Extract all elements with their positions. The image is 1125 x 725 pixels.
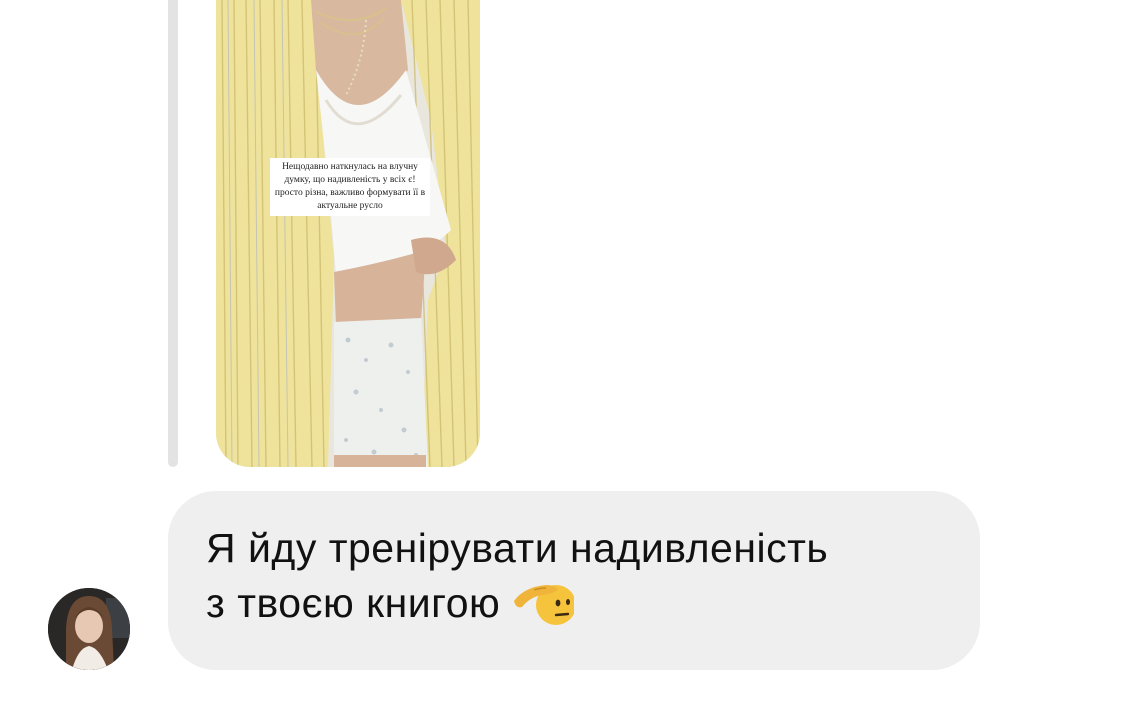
reply-indicator-bar xyxy=(168,0,178,467)
message-text-line-1: Я йду тренірувати надивленість xyxy=(206,525,829,571)
message-text-line-2: з твоєю книгою xyxy=(206,576,946,631)
story-photo xyxy=(216,0,480,467)
user-avatar-icon xyxy=(48,588,130,670)
message-bubble[interactable]: Я йду тренірувати надивленість з твоєю к… xyxy=(168,491,980,670)
message-text-line-2-text: з твоєю книгою xyxy=(206,580,501,626)
replied-story-thumbnail[interactable]: Нещодавно наткнулась на влучну думку, що… xyxy=(216,0,480,467)
sender-avatar[interactable] xyxy=(48,588,130,670)
saluting-face-emoji-icon xyxy=(514,585,575,625)
story-caption-text: Нещодавно наткнулась на влучну думку, що… xyxy=(270,158,430,216)
